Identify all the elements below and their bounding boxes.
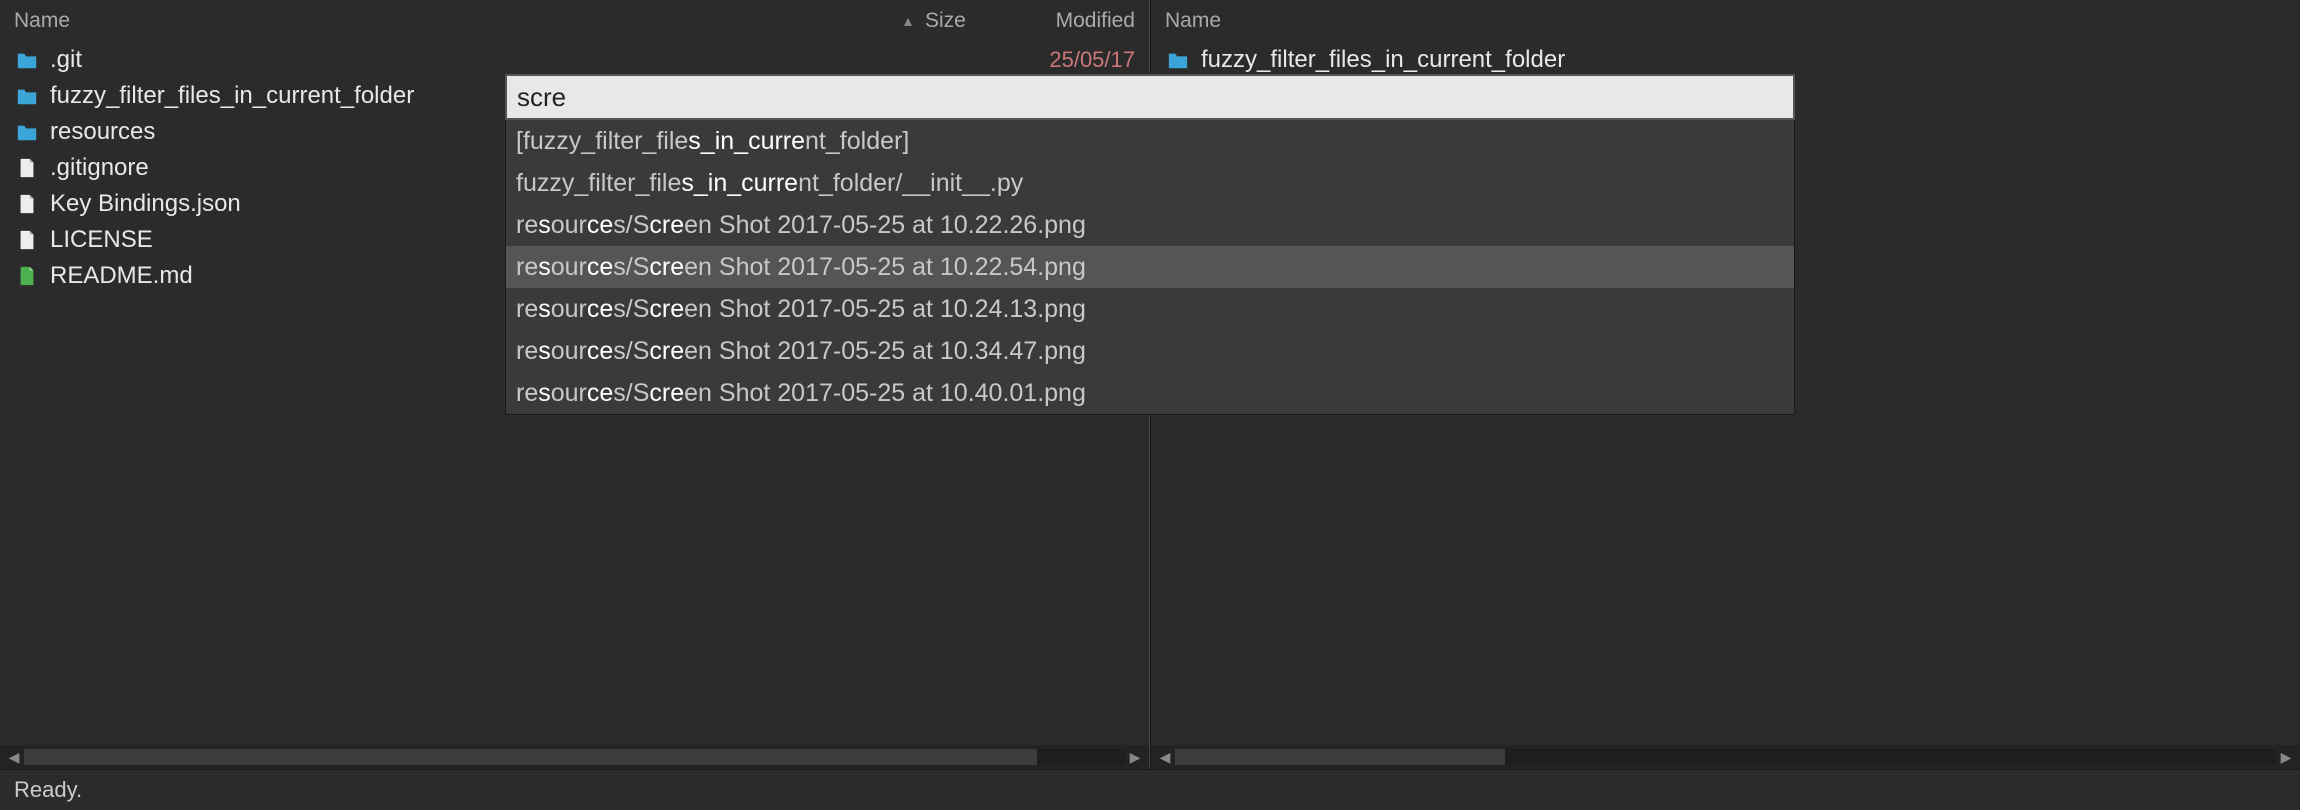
scroll-left-icon[interactable]: ◀ xyxy=(1155,747,1175,767)
fuzzy-result-item[interactable]: resources/Screen Shot 2017-05-25 at 10.3… xyxy=(506,330,1794,372)
scroll-track[interactable] xyxy=(1175,749,2276,765)
right-pane-header[interactable]: Name xyxy=(1151,0,2300,42)
column-name-header[interactable]: Name xyxy=(14,9,901,33)
file-row[interactable]: .git25/05/17 xyxy=(0,42,1149,78)
file-name: .git xyxy=(50,46,1049,74)
scroll-right-icon[interactable]: ▶ xyxy=(2276,747,2296,767)
column-name-header[interactable]: Name xyxy=(1165,9,2286,33)
fuzzy-result-item[interactable]: resources/Screen Shot 2017-05-25 at 10.2… xyxy=(506,288,1794,330)
scroll-right-icon[interactable]: ▶ xyxy=(1125,747,1145,767)
status-bar: Ready. xyxy=(0,770,2300,810)
file-icon xyxy=(14,155,40,181)
fuzzy-result-item[interactable]: resources/Screen Shot 2017-05-25 at 10.2… xyxy=(506,204,1794,246)
scroll-track[interactable] xyxy=(24,749,1125,765)
column-modified-header[interactable]: Modified xyxy=(1005,9,1135,33)
fuzzy-result-item[interactable]: resources/Screen Shot 2017-05-25 at 10.2… xyxy=(506,246,1794,288)
status-text: Ready. xyxy=(14,777,82,803)
file-icon xyxy=(14,227,40,253)
fuzzy-result-item[interactable]: [fuzzy_filter_files_in_current_folder] xyxy=(506,120,1794,162)
left-pane-header[interactable]: Name ▲ Size Modified xyxy=(0,0,1149,42)
fuzzy-results-list: [fuzzy_filter_files_in_current_folder]fu… xyxy=(505,120,1795,415)
column-size-header[interactable]: Size xyxy=(925,9,1005,33)
scroll-thumb[interactable] xyxy=(1175,749,1505,765)
markdown-icon xyxy=(14,263,40,289)
scrollbar-horizontal[interactable]: ◀ ▶ xyxy=(1151,745,2300,769)
folder-icon xyxy=(14,119,40,145)
sort-indicator-icon: ▲ xyxy=(901,13,915,29)
fuzzy-filter-overlay: [fuzzy_filter_files_in_current_folder]fu… xyxy=(505,74,1795,415)
folder-icon xyxy=(14,47,40,73)
scroll-left-icon[interactable]: ◀ xyxy=(4,747,24,767)
file-icon xyxy=(14,191,40,217)
file-row[interactable]: fuzzy_filter_files_in_current_folder xyxy=(1151,42,2300,78)
folder-icon xyxy=(1165,47,1191,73)
fuzzy-result-item[interactable]: resources/Screen Shot 2017-05-25 at 10.4… xyxy=(506,372,1794,414)
folder-icon xyxy=(14,83,40,109)
fuzzy-search-input[interactable] xyxy=(505,74,1795,120)
file-modified: 25/05/17 xyxy=(1049,47,1135,73)
scrollbar-horizontal[interactable]: ◀ ▶ xyxy=(0,745,1149,769)
file-name: fuzzy_filter_files_in_current_folder xyxy=(1201,46,2286,74)
scroll-thumb[interactable] xyxy=(24,749,1037,765)
fuzzy-result-item[interactable]: fuzzy_filter_files_in_current_folder/__i… xyxy=(506,162,1794,204)
